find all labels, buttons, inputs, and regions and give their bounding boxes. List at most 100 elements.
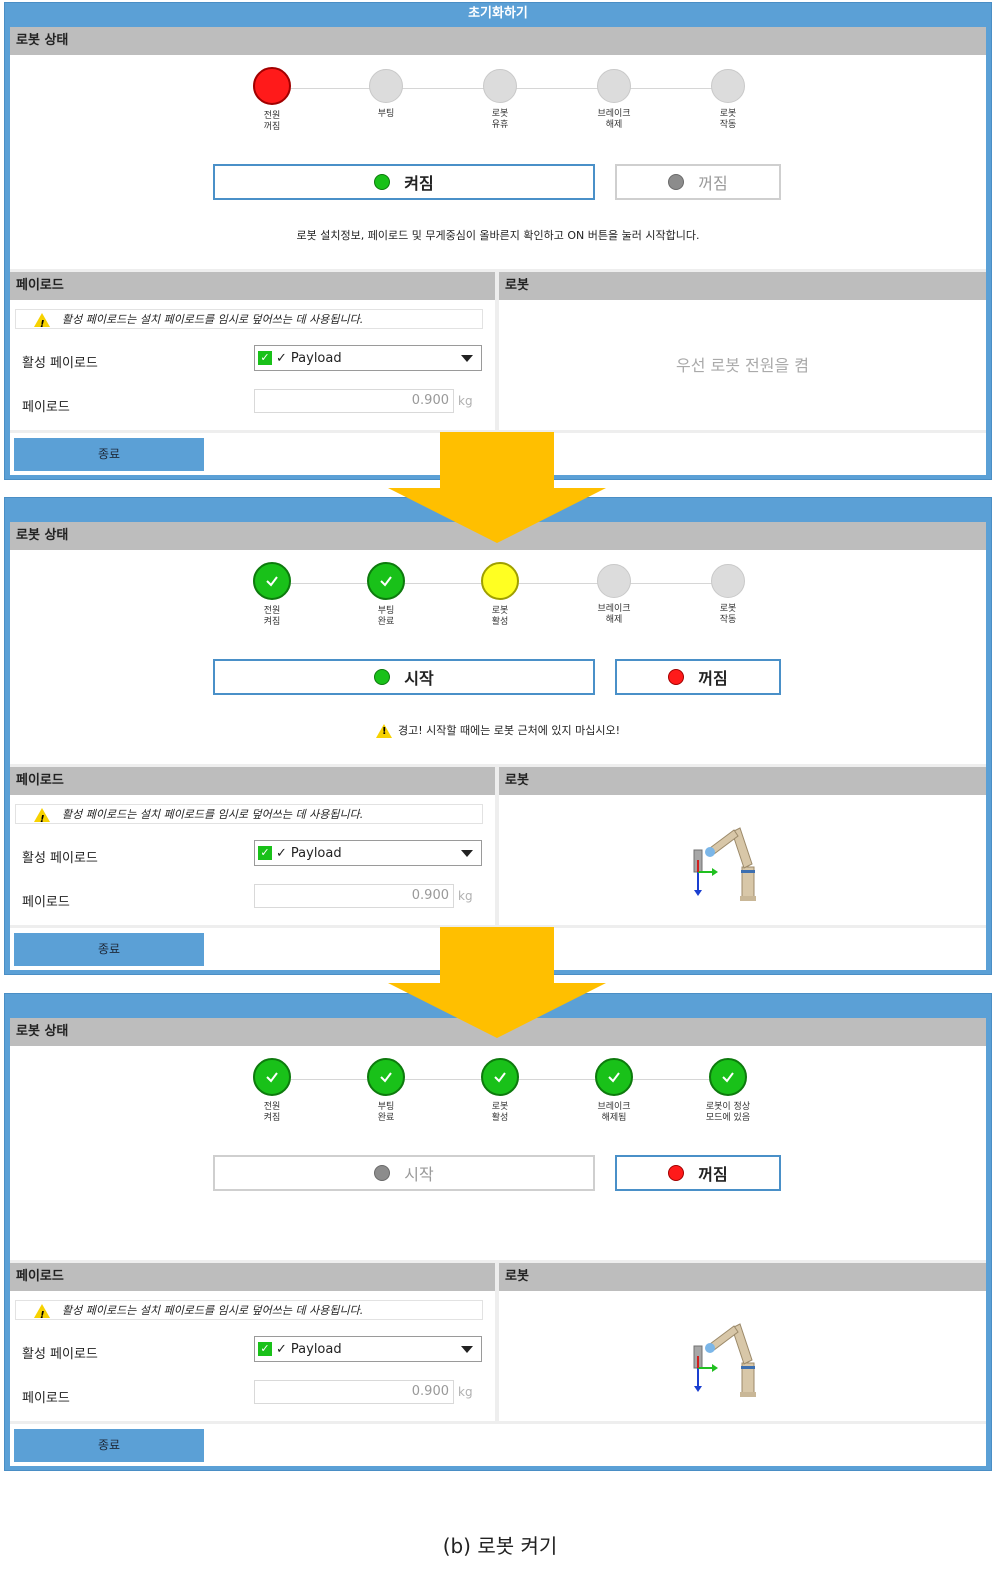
payload-label: 페이로드 [22, 1391, 70, 1406]
down-arrow-icon [388, 432, 606, 543]
figure-caption: (b) 로봇 켜기 [442, 1534, 558, 1558]
green-check-icon: ✓ [258, 1342, 272, 1356]
status-message: 경고! 시작할 때에는 로봇 근처에 있지 마십시오! [10, 722, 986, 738]
payload-unit: kg [458, 1385, 473, 1399]
step-green-indicator [367, 562, 405, 600]
step-label: 로봇 활성 [491, 1102, 509, 1123]
exit-button[interactable]: 종료 [14, 933, 204, 966]
step-green-indicator [481, 1058, 519, 1096]
exit-button[interactable]: 종료 [14, 1429, 204, 1462]
payload-label: 페이로드 [22, 895, 70, 910]
status-message-text: 경고! 시작할 때에는 로봇 근처에 있지 마십시오! [397, 724, 621, 737]
dropdown-value: Payload [290, 1341, 342, 1357]
robot-status-section: 로봇 상태전원 켜짐부팅 완료로봇 활성브레이크 해제로봇 작동시작꺼짐경고! … [10, 522, 986, 764]
step-grey-indicator [711, 69, 745, 103]
button-label: 시작 [404, 1165, 434, 1184]
status-steps: 전원 꺼짐 부팅 로봇 유휴 브레이크 해제 로봇 작동 [10, 67, 986, 149]
bottom-bar: 종료 [10, 1424, 986, 1466]
status-step: 브레이크 해제 [574, 69, 654, 131]
step-grey-indicator [483, 69, 517, 103]
init-screen: 초기화하기로봇 상태전원 켜짐부팅 완료로봇 활성브레이크 해제됨로봇이 정상 … [4, 993, 992, 1471]
active-payload-label: 활성 페이로드 [22, 851, 98, 866]
status-step: 부팅 완료 [346, 1058, 426, 1124]
step-yellow-indicator [481, 562, 519, 600]
robot-status-section: 로봇 상태 전원 켜짐 부팅 완료 로봇 활성 브레이크 해제됨 로봇이 정상 모드에 있… [10, 1018, 986, 1260]
step-green-indicator [595, 1058, 633, 1096]
payload-value-field[interactable]: 0.900 [254, 884, 454, 908]
button-label: 켜짐 [404, 174, 434, 193]
status-step: 전원 켜짐 [232, 1058, 312, 1124]
status-step: 로봇 활성 [460, 562, 540, 628]
step-label: 로봇 활성 [491, 606, 509, 627]
status-step: 로봇 작동 [688, 564, 768, 626]
step-green-indicator [709, 1058, 747, 1096]
status-message-text: 로봇 설치정보, 페이로드 및 무게중심이 올바른지 확인하고 ON 버튼을 눌… [296, 229, 700, 242]
status-message: 로봇 설치정보, 페이로드 및 무게중심이 올바른지 확인하고 ON 버튼을 눌… [10, 227, 986, 243]
robot-section-header: 로봇 [499, 767, 986, 795]
chevron-down-icon [461, 850, 473, 857]
grey-dot-icon [374, 1165, 391, 1181]
green-check-icon: ✓ [258, 846, 272, 860]
checkmark-icon [380, 1072, 392, 1083]
status-step: 로봇 유휴 [460, 69, 540, 131]
checkmark-icon: ✓ [276, 350, 287, 366]
status-step: 로봇 활성 [460, 1058, 540, 1124]
payload-unit: kg [458, 394, 473, 408]
payload-value-field[interactable]: 0.900 [254, 389, 454, 413]
off-button[interactable]: 꺼짐 [615, 164, 781, 200]
payload-value-field[interactable]: 0.900 [254, 1380, 454, 1404]
dropdown-value: Payload [290, 845, 342, 861]
warning-icon [375, 724, 392, 738]
step-green-indicator [367, 1058, 405, 1096]
warning-icon [34, 313, 50, 335]
active-payload-dropdown[interactable]: ✓ ✓ Payload [254, 840, 482, 866]
exit-button[interactable]: 종료 [14, 438, 204, 471]
robot-arm-image [693, 1323, 756, 1397]
screen-body: 로봇 상태전원 켜짐부팅 완료로봇 활성브레이크 해제로봇 작동시작꺼짐경고! … [10, 522, 986, 970]
step-green-indicator [253, 1058, 291, 1096]
step-label: 브레이크 해제 [597, 109, 631, 130]
payload-label: 페이로드 [22, 400, 70, 415]
window-title: 초기화하기 [468, 6, 528, 21]
start-button[interactable]: 켜짐 [213, 164, 595, 200]
active-payload-dropdown[interactable]: ✓ ✓ Payload [254, 1336, 482, 1362]
start-button[interactable]: 시작 [213, 659, 595, 695]
robot-status-section: 로봇 상태 전원 꺼짐 부팅 로봇 유휴 브레이크 해제 로봇 작동 켜짐 꺼짐 로봇 설치정보… [10, 27, 986, 269]
step-green-indicator [253, 562, 291, 600]
payload-note: 활성 페이로드는 설치 페이로드를 임시로 덮어쓰는 데 사용됩니다. [15, 804, 483, 830]
status-step: 전원 켜짐 [232, 562, 312, 628]
step-label: 브레이크 해제 [597, 604, 631, 625]
start-button[interactable]: 시작 [213, 1155, 595, 1191]
step-grey-indicator [711, 564, 745, 598]
robot-view-section: 로봇 [499, 1263, 986, 1421]
active-payload-dropdown[interactable]: ✓ ✓ Payload [254, 345, 482, 371]
step-label: 전원 꺼짐 [263, 111, 281, 132]
init-screen: 초기화하기 로봇 상태 전원 꺼짐 부팅 로봇 유휴 브레이크 해제 로봇 작동 켜짐 꺼짐 로봇… [4, 2, 992, 480]
payload-section-header: 페이로드 [10, 767, 495, 795]
status-step: 전원 꺼짐 [232, 67, 312, 133]
green-dot-icon [374, 669, 391, 685]
step-grey-indicator [369, 69, 403, 103]
off-button[interactable]: 꺼짐 [615, 1155, 781, 1191]
step-label: 로봇 작동 [719, 604, 737, 625]
payload-note: 활성 페이로드는 설치 페이로드를 임시로 덮어쓰는 데 사용됩니다. [15, 1300, 483, 1326]
payload-note-text: 활성 페이로드는 설치 페이로드를 임시로 덮어쓰는 데 사용됩니다. [62, 808, 364, 821]
step-label: 전원 켜짐 [263, 606, 281, 627]
grey-dot-icon [668, 174, 685, 190]
step-grey-indicator [597, 564, 631, 598]
active-payload-label: 활성 페이로드 [22, 356, 98, 371]
step-label: 부팅 [377, 109, 395, 119]
step-label: 전원 켜짐 [263, 1102, 281, 1123]
down-arrow-icon [388, 927, 606, 1038]
payload-note: 활성 페이로드는 설치 페이로드를 임시로 덮어쓰는 데 사용됩니다. [15, 309, 483, 335]
robot-section-header: 로봇 [499, 272, 986, 300]
off-button[interactable]: 꺼짐 [615, 659, 781, 695]
status-step: 브레이크 해제 [574, 564, 654, 626]
status-step: 부팅 완료 [346, 562, 426, 628]
checkmark-icon: ✓ [276, 845, 287, 861]
payload-section: 페이로드활성 페이로드는 설치 페이로드를 임시로 덮어쓰는 데 사용됩니다.활… [10, 1263, 495, 1421]
status-step: 로봇 작동 [688, 69, 768, 131]
payload-section-header: 페이로드 [10, 272, 495, 300]
robot-message: 우선 로봇 전원을 켬 [675, 356, 810, 375]
robot-section-header: 로봇 [499, 1263, 986, 1291]
